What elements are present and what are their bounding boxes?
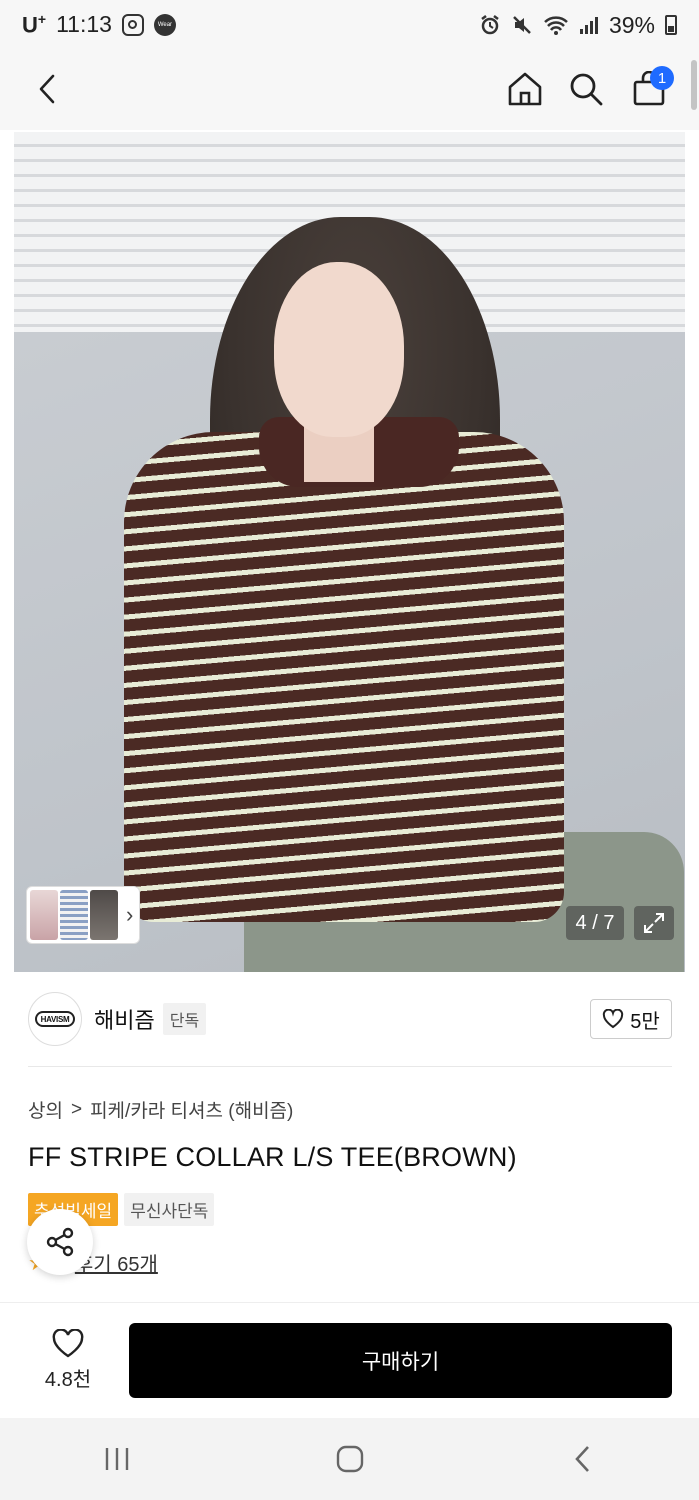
brand-like-button[interactable]: 5만 xyxy=(590,999,672,1039)
photo-model-face xyxy=(274,262,404,437)
chevron-left-icon xyxy=(39,74,55,104)
battery-percent: 39% xyxy=(608,11,655,38)
scrollbar[interactable] xyxy=(691,60,697,110)
back-nav-button[interactable] xyxy=(543,1429,623,1489)
wifi-icon xyxy=(543,14,569,36)
thumbnail-image xyxy=(60,890,88,940)
thumbnail-image xyxy=(30,890,58,940)
exclusive-tag: 무신사단독 xyxy=(124,1193,215,1226)
recent-apps-button[interactable] xyxy=(77,1429,157,1489)
image-counter: 4 / 7 xyxy=(566,906,624,940)
product-image-gallery[interactable]: › 4 / 7 xyxy=(14,132,685,972)
search-icon xyxy=(570,73,603,106)
clock: 11:13 xyxy=(56,11,112,38)
exclusive-badge: 단독 xyxy=(162,1003,207,1035)
search-button[interactable] xyxy=(561,64,611,114)
back-arrow-icon xyxy=(574,1446,589,1472)
signal-icon xyxy=(579,15,599,35)
wishlist-count: 4.8천 xyxy=(44,1368,92,1391)
home-nav-button[interactable] xyxy=(310,1429,390,1489)
android-nav-bar xyxy=(0,1418,699,1500)
photo-model-shirt xyxy=(124,432,564,922)
cart-button[interactable]: 1 xyxy=(624,64,674,114)
cart-count-badge: 1 xyxy=(650,66,674,90)
brand-logo[interactable]: HAVISM xyxy=(28,992,82,1046)
breadcrumb-separator: > xyxy=(70,1098,83,1120)
battery-icon xyxy=(665,15,677,35)
buy-button[interactable]: 구매하기 xyxy=(129,1323,672,1398)
home-button[interactable] xyxy=(500,64,550,114)
divider xyxy=(28,1066,672,1067)
brand-name-link[interactable]: 해비즘 xyxy=(94,1003,155,1035)
share-icon xyxy=(46,1227,74,1257)
heart-icon xyxy=(52,1328,84,1357)
breadcrumb-category[interactable]: 상의 xyxy=(28,1096,63,1123)
brand-like-count: 5만 xyxy=(630,1010,660,1033)
thumbnail-strip-button[interactable]: › xyxy=(26,886,140,944)
share-button[interactable] xyxy=(27,1209,93,1275)
carrier-label: U+ xyxy=(22,11,47,38)
brand-logo-mark: HAVISM xyxy=(35,1011,75,1027)
heart-icon xyxy=(603,1009,624,1029)
purchase-bar: 4.8천 구매하기 xyxy=(0,1303,699,1418)
thumbnail-image xyxy=(90,890,118,940)
top-nav: 1 xyxy=(0,50,699,130)
back-button[interactable] xyxy=(22,64,72,114)
home-circle-icon xyxy=(336,1445,363,1473)
status-bar: U+ 11:13 Wear 39% xyxy=(0,0,699,50)
expand-icon xyxy=(644,913,664,933)
recent-apps-icon xyxy=(105,1448,128,1470)
alarm-icon xyxy=(479,14,501,36)
brand-row: HAVISM 해비즘 단독 5만 xyxy=(28,990,672,1048)
wear-icon: Wear xyxy=(153,13,176,36)
breadcrumb: 상의 > 피케/카라 티셔츠 (해비즘) xyxy=(28,1096,293,1123)
product-title: FF STRIPE COLLAR L/S TEE(BROWN) xyxy=(28,1142,517,1172)
home-icon xyxy=(508,72,542,106)
instagram-icon xyxy=(121,13,144,36)
breadcrumb-subcategory[interactable]: 피케/카라 티셔츠 (해비즘) xyxy=(90,1096,293,1123)
chevron-right-icon: › xyxy=(126,902,134,927)
mute-icon xyxy=(511,14,533,36)
wishlist-button[interactable]: 4.8천 xyxy=(28,1325,108,1395)
fullscreen-button[interactable] xyxy=(634,906,674,940)
